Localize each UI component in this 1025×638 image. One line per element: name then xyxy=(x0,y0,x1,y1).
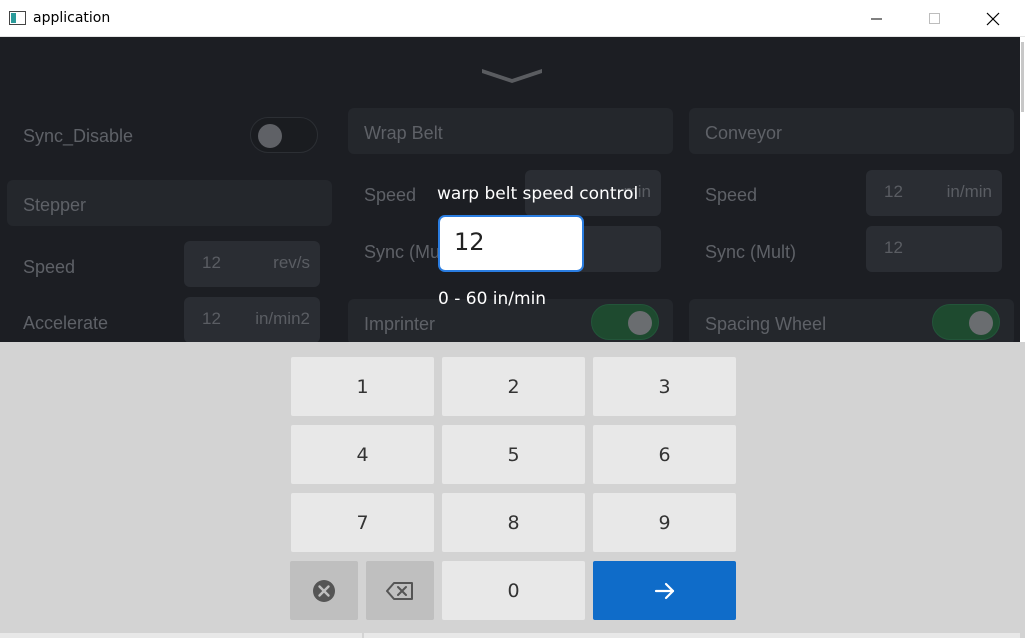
toggle-knob xyxy=(969,311,993,335)
scrollbar-thumb[interactable] xyxy=(1021,42,1024,112)
bottom-edge-right xyxy=(364,633,1020,638)
enter-button[interactable] xyxy=(593,561,736,620)
key-9[interactable]: 9 xyxy=(593,493,736,552)
conveyor-sync-label: Sync (Mult) xyxy=(705,242,797,262)
clear-button[interactable] xyxy=(290,561,358,620)
title-bar: application xyxy=(0,0,1025,37)
stepper-title: Stepper xyxy=(23,195,87,215)
conveyor-sync-value: 12 xyxy=(884,238,903,257)
wrap-belt-title: Wrap Belt xyxy=(364,123,443,143)
close-icon xyxy=(986,12,1000,25)
conveyor-header: Conveyor xyxy=(689,108,1014,154)
spacing-wheel-label: Spacing Wheel xyxy=(705,314,827,334)
arrow-right-icon xyxy=(654,582,674,599)
conveyor-speed-value: 12 xyxy=(884,182,903,201)
maximize-icon xyxy=(929,12,940,24)
chevron-down-icon[interactable] xyxy=(480,65,544,85)
stepper-accelerate-unit: in/min2 xyxy=(255,309,310,328)
value-input[interactable]: 12 xyxy=(438,215,584,272)
close-button[interactable] xyxy=(964,0,1022,37)
maximize-button[interactable] xyxy=(906,0,964,37)
spacing-wheel-toggle[interactable] xyxy=(932,304,1000,340)
conveyor-speed-field[interactable]: 12 in/min xyxy=(866,170,1002,216)
conveyor-title: Conveyor xyxy=(705,123,783,143)
key-4[interactable]: 4 xyxy=(291,425,434,484)
stepper-speed-value: 12 xyxy=(202,253,221,272)
app-window-icon xyxy=(9,11,26,25)
conveyor-speed-unit: in/min xyxy=(946,182,992,201)
toggle-knob xyxy=(628,311,652,335)
key-1[interactable]: 1 xyxy=(291,357,434,416)
wrap-belt-header: Wrap Belt xyxy=(348,108,673,154)
wrap-belt-speed-label: Speed xyxy=(364,185,417,205)
backspace-button[interactable] xyxy=(366,561,434,620)
backspace-icon xyxy=(386,581,413,600)
sync-disable-label: Sync_Disable xyxy=(23,126,134,146)
stepper-header: Stepper xyxy=(7,180,332,226)
wrap-belt-sync-label: Sync (Mu xyxy=(364,242,441,262)
stepper-accelerate-value: 12 xyxy=(202,309,221,328)
bottom-edge-left xyxy=(0,633,362,638)
key-2[interactable]: 2 xyxy=(442,357,585,416)
stepper-speed-label: Speed xyxy=(23,257,76,277)
minimize-icon xyxy=(871,18,882,19)
key-3[interactable]: 3 xyxy=(593,357,736,416)
key-7[interactable]: 7 xyxy=(291,493,434,552)
toggle-knob xyxy=(258,124,282,148)
range-hint: 0 - 60 in/min xyxy=(438,289,547,309)
imprinter-label: Imprinter xyxy=(364,314,436,334)
dialog-title: warp belt speed control xyxy=(437,184,639,204)
conveyor-speed-label: Speed xyxy=(705,185,758,205)
key-0[interactable]: 0 xyxy=(442,561,585,620)
clear-circle-x-icon xyxy=(313,579,335,602)
sync-disable-toggle[interactable] xyxy=(250,117,318,153)
stepper-accelerate-label: Accelerate xyxy=(23,313,109,333)
stepper-speed-unit: rev/s xyxy=(273,253,310,272)
window-title: application xyxy=(33,10,111,26)
stepper-speed-field[interactable]: 12 rev/s xyxy=(184,241,320,287)
imprinter-toggle[interactable] xyxy=(591,304,659,340)
key-8[interactable]: 8 xyxy=(442,493,585,552)
minimize-button[interactable] xyxy=(848,0,906,37)
conveyor-sync-field[interactable]: 12 xyxy=(866,226,1002,272)
key-5[interactable]: 5 xyxy=(442,425,585,484)
stepper-accelerate-field[interactable]: 12 in/min2 xyxy=(184,297,320,342)
key-6[interactable]: 6 xyxy=(593,425,736,484)
scrollbar[interactable] xyxy=(1020,37,1025,342)
numeric-keypad: 1 2 3 4 5 6 7 8 9 0 xyxy=(0,342,1025,638)
